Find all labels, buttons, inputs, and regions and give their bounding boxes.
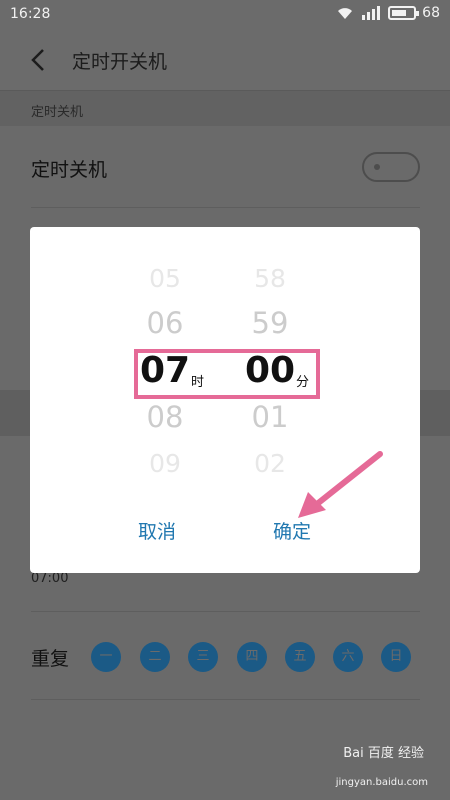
repeat-label: 重复 <box>31 648 70 670</box>
divider <box>31 207 420 208</box>
app-header: 定时开关机 <box>0 30 450 90</box>
status-icons: 68 <box>336 5 440 21</box>
hour-option[interactable]: 09 <box>125 449 205 478</box>
hour-option[interactable]: 05 <box>125 264 205 293</box>
day-button-mon[interactable]: 一 <box>91 642 121 672</box>
repeat-row: 重复 一 二 三 四 五 六 日 <box>0 612 450 700</box>
back-arrow-icon[interactable] <box>24 45 54 75</box>
divider <box>31 699 420 700</box>
status-bar: 16:28 68 <box>0 0 450 30</box>
day-button-thu[interactable]: 四 <box>237 642 267 672</box>
status-time: 16:28 <box>10 6 51 22</box>
battery-icon <box>388 6 420 20</box>
section-title: 定时关机 <box>31 105 84 120</box>
battery-level <box>392 10 407 16</box>
hour-option[interactable]: 08 <box>125 400 205 434</box>
signal-icon <box>362 6 381 20</box>
hour-option[interactable]: 06 <box>125 306 205 340</box>
minute-option[interactable]: 59 <box>230 306 310 340</box>
day-button-sun[interactable]: 日 <box>381 642 411 672</box>
day-button-fri[interactable]: 五 <box>285 642 315 672</box>
minute-option[interactable]: 58 <box>230 264 310 293</box>
day-button-tue[interactable]: 二 <box>140 642 170 672</box>
selection-highlight-box <box>134 349 320 399</box>
watermark-url: jingyan.baidu.com <box>335 777 428 788</box>
annotation-arrow-icon <box>298 451 383 518</box>
shutdown-toggle[interactable] <box>362 152 420 182</box>
shutdown-label: 定时关机 <box>31 159 108 181</box>
section-header: 定时关机 <box>0 90 450 126</box>
schedule-time: 07:00 <box>31 571 69 586</box>
battery-percent: 68 <box>422 5 440 21</box>
wifi-icon <box>338 8 353 19</box>
day-button-wed[interactable]: 三 <box>188 642 218 672</box>
cancel-button[interactable]: 取消 <box>138 517 176 544</box>
minute-option[interactable]: 01 <box>230 400 310 434</box>
toggle-knob <box>374 164 380 170</box>
page-title: 定时开关机 <box>72 51 168 73</box>
day-button-sat[interactable]: 六 <box>333 642 363 672</box>
baidu-watermark: Bai 百度 经验 <box>343 746 424 761</box>
